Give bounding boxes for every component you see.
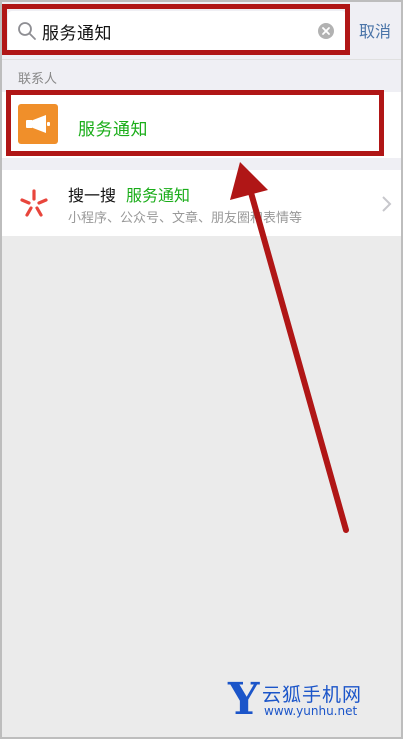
contact-name: 服务通知: [78, 120, 148, 140]
watermark-logo: Y: [228, 674, 260, 725]
sousuo-icon: [18, 188, 50, 220]
contact-result-row[interactable]: 服务通知: [0, 92, 403, 158]
watermark: Y 云狐手机网 www.yunhu.net: [228, 674, 398, 725]
sousuo-title-line: 搜一搜 服务通知: [68, 182, 190, 206]
megaphone-icon: [18, 104, 58, 144]
search-bar: 服务通知 取消: [0, 0, 403, 60]
cancel-button[interactable]: 取消: [352, 16, 398, 44]
chevron-right-icon: [380, 194, 392, 214]
search-icon: [12, 11, 42, 51]
empty-results-area: [0, 236, 403, 739]
section-divider: [0, 158, 403, 170]
section-label: 联系人: [18, 72, 58, 87]
sousuo-subtitle: 小程序、公众号、文章、朋友圈和表情等: [68, 211, 303, 226]
watermark-url: www.yunhu.net: [264, 704, 358, 718]
search-box[interactable]: 服务通知: [8, 11, 346, 51]
sousuo-row[interactable]: 搜一搜 服务通知 小程序、公众号、文章、朋友圈和表情等: [0, 170, 403, 236]
sousuo-keyword: 服务通知: [126, 186, 191, 205]
watermark-title: 云狐手机网: [262, 684, 363, 706]
sousuo-title: 搜一搜: [68, 186, 117, 205]
search-input[interactable]: 服务通知: [42, 19, 306, 44]
contacts-section-header: 联系人: [0, 60, 403, 92]
clear-icon[interactable]: [306, 11, 346, 51]
